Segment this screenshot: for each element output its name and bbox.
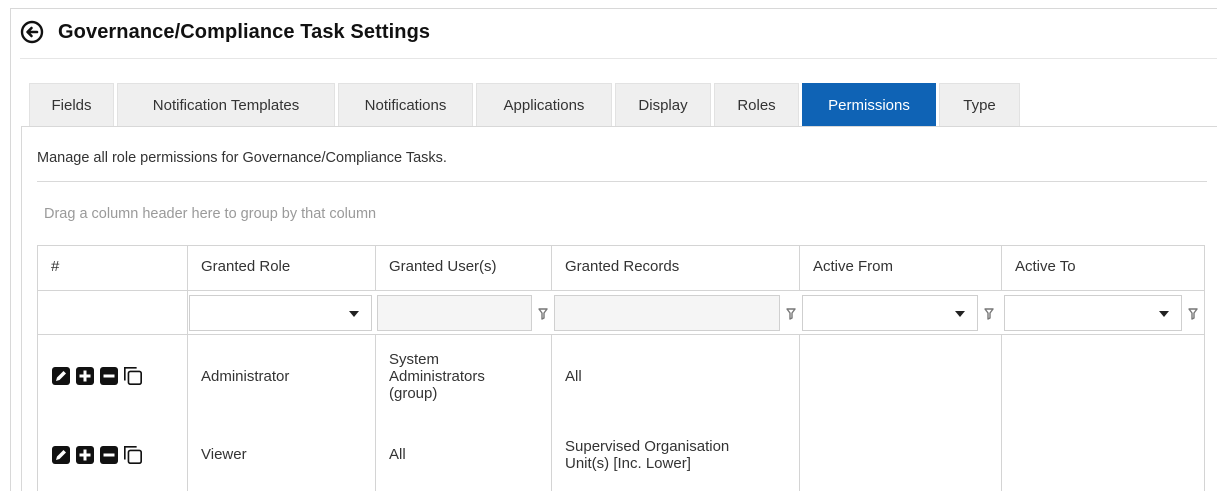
- granted-users-cell: All: [376, 417, 552, 491]
- copy-icon[interactable]: [123, 366, 143, 386]
- active-from-filter-dropdown[interactable]: [802, 295, 978, 331]
- add-icon[interactable]: [75, 366, 95, 386]
- copy-icon[interactable]: [123, 445, 143, 465]
- table-row: Administrator System Administrators (gro…: [38, 335, 1204, 417]
- back-arrow-icon[interactable]: [20, 20, 44, 44]
- filter-icon[interactable]: [984, 307, 994, 320]
- granted-users-filter-input[interactable]: [377, 295, 532, 331]
- tab-applications[interactable]: Applications: [476, 83, 612, 126]
- tab-fields[interactable]: Fields: [29, 83, 114, 126]
- granted-role-filter-dropdown[interactable]: [189, 295, 372, 331]
- row-actions: [38, 335, 188, 417]
- grid-filter-row: [38, 291, 1204, 335]
- active-from-cell: [800, 417, 1002, 491]
- add-icon[interactable]: [75, 445, 95, 465]
- granted-records-cell: Supervised Organisation Unit(s) [Inc. Lo…: [552, 417, 800, 491]
- header-divider: [20, 58, 1217, 59]
- grid-header-row: # Granted Role Granted User(s) Granted R…: [38, 246, 1204, 291]
- column-header-index[interactable]: #: [38, 246, 188, 290]
- granted-role-cell: Administrator: [188, 335, 376, 417]
- table-row: Viewer All Supervised Organisation Unit(…: [38, 417, 1204, 491]
- granted-users-cell: System Administrators (group): [376, 335, 552, 417]
- tab-display[interactable]: Display: [615, 83, 711, 126]
- remove-icon[interactable]: [99, 445, 119, 465]
- filter-cell-index: [38, 291, 188, 334]
- granted-role-cell: Viewer: [188, 417, 376, 491]
- column-header-granted-users[interactable]: Granted User(s): [376, 246, 552, 290]
- page-header: Governance/Compliance Task Settings: [20, 20, 430, 44]
- edit-icon[interactable]: [51, 445, 71, 465]
- filter-icon[interactable]: [786, 307, 796, 320]
- tab-permissions[interactable]: Permissions: [802, 83, 936, 126]
- tab-notifications[interactable]: Notifications: [338, 83, 473, 126]
- edit-icon[interactable]: [51, 366, 71, 386]
- description-divider: [37, 181, 1207, 182]
- settings-tabs: Fields Notification Templates Notificati…: [29, 83, 1023, 126]
- active-to-cell: [1002, 335, 1206, 417]
- tab-notification-templates[interactable]: Notification Templates: [117, 83, 335, 126]
- active-from-cell: [800, 335, 1002, 417]
- row-actions: [38, 417, 188, 491]
- tab-roles[interactable]: Roles: [714, 83, 799, 126]
- permissions-grid: # Granted Role Granted User(s) Granted R…: [37, 245, 1205, 491]
- column-header-granted-records[interactable]: Granted Records: [552, 246, 800, 290]
- granted-records-cell: All: [552, 335, 800, 417]
- column-header-active-from[interactable]: Active From: [800, 246, 1002, 290]
- group-by-drop-zone[interactable]: Drag a column header here to group by th…: [44, 206, 376, 222]
- column-header-granted-role[interactable]: Granted Role: [188, 246, 376, 290]
- remove-icon[interactable]: [99, 366, 119, 386]
- column-header-active-to[interactable]: Active To: [1002, 246, 1206, 290]
- active-to-filter-dropdown[interactable]: [1004, 295, 1182, 331]
- chevron-down-icon: [349, 311, 359, 317]
- filter-icon[interactable]: [538, 307, 548, 320]
- filter-icon[interactable]: [1188, 307, 1198, 320]
- active-to-cell: [1002, 417, 1206, 491]
- tab-type[interactable]: Type: [939, 83, 1020, 126]
- chevron-down-icon: [955, 311, 965, 317]
- panel-description: Manage all role permissions for Governan…: [37, 150, 447, 166]
- granted-records-filter-input[interactable]: [554, 295, 780, 331]
- chevron-down-icon: [1159, 311, 1169, 317]
- page-title: Governance/Compliance Task Settings: [58, 20, 431, 43]
